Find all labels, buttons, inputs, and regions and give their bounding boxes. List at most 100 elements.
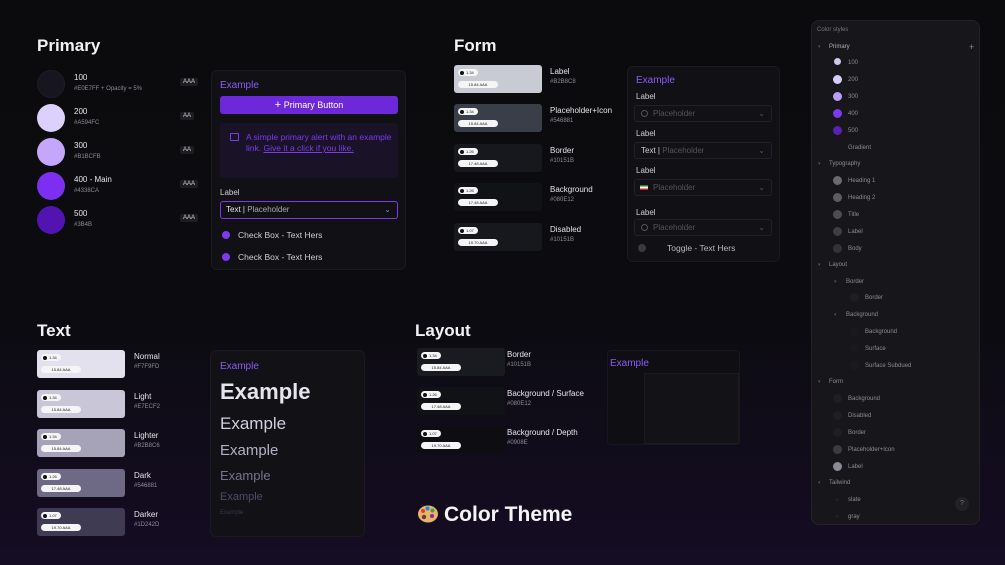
- layout-token-name: Background / Depth: [507, 428, 578, 437]
- form-select-1[interactable]: Placeholder ⌄: [634, 105, 772, 122]
- swatch-hex: #A594FC: [74, 120, 100, 126]
- example-label: Example: [220, 80, 259, 91]
- caret-icon[interactable]: ▾: [818, 262, 821, 268]
- panel-item-gradient[interactable]: Gradient: [848, 145, 871, 151]
- panel-group-form[interactable]: Form: [829, 379, 843, 385]
- text-sample-dark: Example: [220, 468, 271, 483]
- panel-group-tailwind[interactable]: Tailwind: [829, 480, 850, 486]
- panel-item-primary-200[interactable]: 200: [848, 77, 858, 83]
- text-token-chip-light: 1.34 15.84 AAA: [37, 390, 125, 418]
- add-style-button[interactable]: +: [969, 42, 974, 52]
- form-select-4[interactable]: Placeholder ⌄: [634, 219, 772, 236]
- checkbox-2[interactable]: [222, 253, 230, 261]
- caret-icon[interactable]: ▾: [834, 279, 837, 285]
- form-token-name: Label: [550, 67, 570, 76]
- badge-pill: 1.26: [41, 473, 61, 480]
- help-button[interactable]: ?: [955, 497, 969, 511]
- form-select-2[interactable]: Text | Placeholder ⌄: [634, 142, 772, 159]
- contrast-pill: 17.48 AAA: [458, 199, 498, 206]
- panel-item-form-background[interactable]: Background: [848, 396, 880, 402]
- panel-item-form-disabled[interactable]: Disabled: [848, 413, 871, 419]
- checkbox-1[interactable]: [222, 231, 230, 239]
- panel-item-form-label[interactable]: Label: [848, 464, 863, 470]
- swatch-hex: #E0E7FF + Opacity = 5%: [74, 86, 143, 92]
- swatch-name: 200: [74, 107, 88, 116]
- panel-group-border[interactable]: Border: [846, 279, 864, 285]
- contrast-pill: 15.84 AAA: [458, 81, 498, 88]
- panel-item-gray[interactable]: gray: [848, 514, 860, 520]
- box-icon: [230, 133, 239, 141]
- panel-group-layout[interactable]: Layout: [829, 262, 847, 268]
- chevron-down-icon: ⌄: [384, 205, 391, 214]
- panel-item-body[interactable]: Body: [848, 246, 862, 252]
- caret-icon[interactable]: ▾: [818, 480, 821, 486]
- caret-icon[interactable]: ▾: [818, 161, 821, 167]
- primary-400-dot: [833, 109, 842, 118]
- panel-header: Color styles: [817, 27, 849, 33]
- primary-select[interactable]: Text | Placeholder ⌄: [220, 201, 398, 219]
- primary-button[interactable]: + Primary Button: [220, 96, 398, 114]
- typography-dot: [833, 176, 842, 185]
- panel-item-label[interactable]: Label: [848, 229, 863, 235]
- example-label: Example: [610, 358, 649, 369]
- text-token-hex: #E7ECF2: [134, 404, 161, 410]
- caret-icon[interactable]: ›: [836, 497, 838, 503]
- select-placeholder: Placeholder: [653, 109, 696, 118]
- panel-item-primary-400[interactable]: 400: [848, 111, 858, 117]
- panel-item-surface-subdued[interactable]: Surface Subdued: [865, 363, 911, 369]
- text-token-chip-lighter: 1.34 15.84 AAA: [37, 429, 125, 457]
- typography-dot: [833, 210, 842, 219]
- panel-item-heading-2[interactable]: Heading 2: [848, 195, 875, 201]
- panel-item-title[interactable]: Title: [848, 212, 859, 218]
- swatch-circle: [37, 172, 65, 200]
- text-token-name: Dark: [134, 471, 151, 480]
- panel-item-slate[interactable]: slate: [848, 497, 861, 503]
- panel-item-form-border[interactable]: Border: [848, 430, 866, 436]
- panel-item-primary-100[interactable]: 100: [848, 60, 858, 66]
- chevron-down-icon: ⌄: [758, 223, 765, 232]
- contrast-pill: 15.84 AAA: [41, 445, 81, 452]
- text-sample-darker: Example: [220, 491, 263, 503]
- text-sample-light: Example: [220, 414, 287, 433]
- primary-200-dot: [833, 75, 842, 84]
- layout-token-chip-surface: 1.26 17.48 AAA: [417, 387, 505, 415]
- badge-pill: 1.26: [458, 148, 478, 155]
- layout-surface-box: [644, 373, 739, 444]
- panel-item-border[interactable]: Border: [865, 295, 883, 301]
- contrast-pill: 17.48 AAA: [458, 160, 498, 167]
- form-field-label: Label: [636, 129, 656, 138]
- form-token-hex: #10151B: [550, 158, 575, 164]
- text-token-hex: #1D242D: [134, 522, 160, 528]
- text-token-hex: #B2B8C6: [134, 443, 160, 449]
- form-dot: [833, 445, 842, 454]
- primary-button-label: Primary Button: [283, 100, 344, 110]
- swatch-hex: #3B4B: [74, 222, 93, 228]
- panel-item-background[interactable]: Background: [865, 329, 897, 335]
- alert-link[interactable]: Give it a click if you like.: [264, 143, 354, 153]
- panel-item-heading-1[interactable]: Heading 1: [848, 178, 875, 184]
- panel-group-typography[interactable]: Typography: [829, 161, 860, 167]
- panel-group-background[interactable]: Background: [846, 312, 878, 318]
- panel-item-primary-500[interactable]: 500: [848, 128, 858, 134]
- contrast-pill: 17.48 AAA: [41, 485, 81, 492]
- form-select-3[interactable]: Placeholder ⌄: [634, 179, 772, 196]
- caret-icon[interactable]: ▾: [834, 312, 837, 318]
- contrast-badge: AAA: [180, 180, 199, 188]
- contrast-pill: 15.84 AAA: [41, 366, 81, 373]
- caret-icon[interactable]: ▾: [818, 379, 821, 385]
- panel-item-form-placeholder[interactable]: Placeholder+Icon: [848, 447, 895, 453]
- select-value: Text |: [641, 146, 660, 155]
- panel-group-primary[interactable]: Primary: [829, 44, 850, 50]
- form-token-hex: #546881: [550, 118, 574, 124]
- caret-icon[interactable]: ▾: [818, 44, 821, 50]
- contrast-badge: AA: [180, 146, 195, 154]
- toggle[interactable]: [638, 244, 646, 252]
- swatch-primary-100: 100 #E0E7FF + Opacity = 5% AAA: [37, 70, 199, 98]
- toggle-label: Toggle - Text Hers: [667, 243, 736, 253]
- panel-item-primary-300[interactable]: 300: [848, 94, 858, 100]
- caret-icon[interactable]: ›: [836, 514, 838, 520]
- form-dot: [833, 411, 842, 420]
- primary-example-card: Example + Primary Button A simple primar…: [211, 70, 406, 270]
- contrast-pill: 19.70 AAA: [458, 239, 498, 246]
- panel-item-surface[interactable]: Surface: [865, 346, 886, 352]
